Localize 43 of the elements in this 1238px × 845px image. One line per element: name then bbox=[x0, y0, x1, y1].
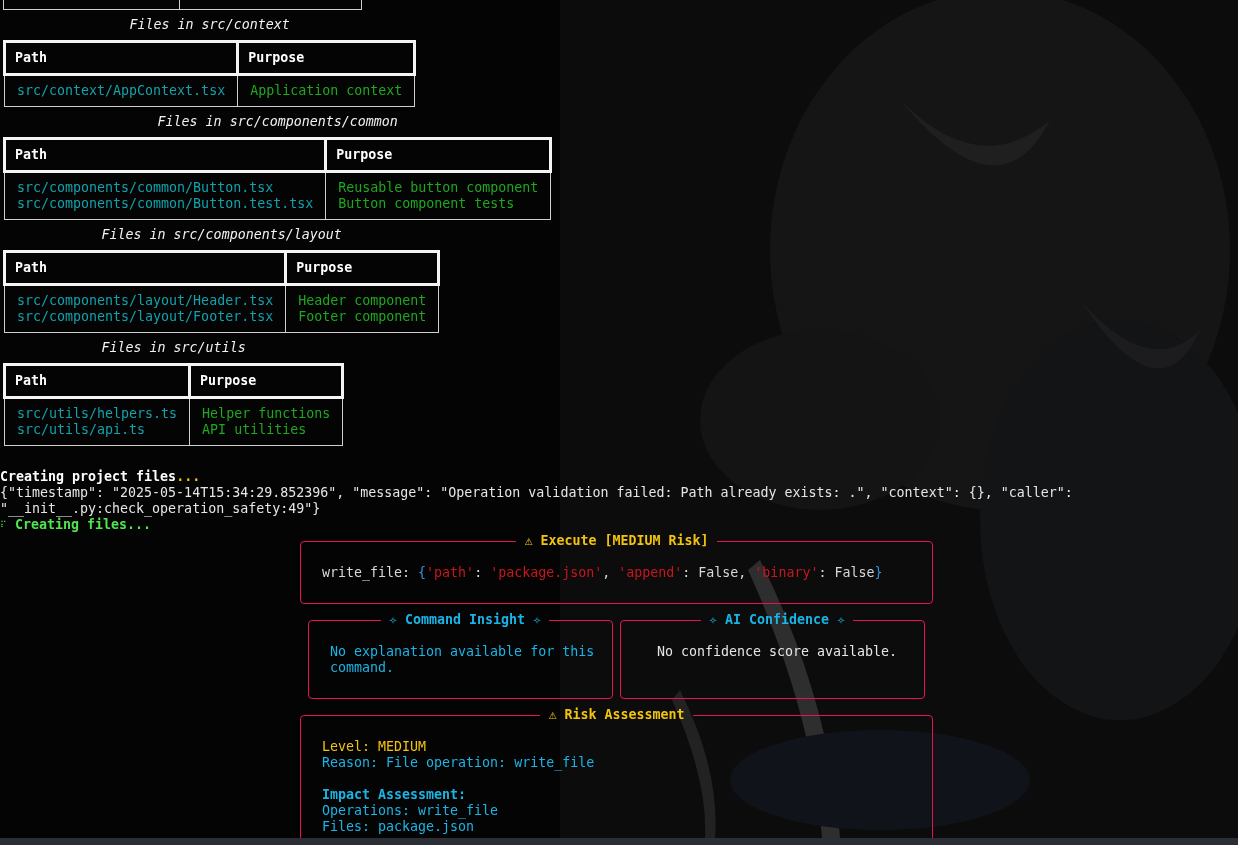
column-header: Path bbox=[4, 251, 286, 285]
panel-text: No confidence score available. bbox=[655, 644, 899, 660]
column-header: Path bbox=[4, 364, 190, 398]
panel-title: ✧ AI Confidence ✧ bbox=[707, 612, 847, 628]
log-line: {"timestamp": "2025-05-14T15:34:29.852396", "message": "Operation validation failed: Path already exists: .", "context": {}, "caller": bbox=[0, 485, 1074, 501]
table-caption: Files in src/utils bbox=[101, 340, 246, 356]
table-cell: Helper functions bbox=[202, 406, 331, 422]
table-cell: src/components/layout/Header.tsx bbox=[17, 293, 274, 309]
risk-line: Impact Assessment: bbox=[322, 787, 468, 803]
code-line: write_file: {'path': 'package.json', 'append': False, 'binary': False} bbox=[322, 565, 884, 581]
table-cell-text: Button component tests bbox=[338, 196, 516, 212]
progress-message: Creating files... bbox=[15, 517, 152, 533]
panel-title: ✧ Command Insight ✧ bbox=[387, 612, 543, 628]
panel-title: ⚠ Execute [MEDIUM Risk] bbox=[523, 533, 710, 549]
table-cell: Application context bbox=[250, 83, 403, 99]
table-cell: src/utils/helpers.ts bbox=[17, 406, 178, 422]
column-header: Purpose bbox=[189, 364, 343, 398]
spinner-icon: ⠏ bbox=[0, 517, 15, 533]
table-cell: src/context/AppContext.tsx bbox=[17, 83, 226, 99]
table-cell-text: src/utils/api.ts bbox=[17, 422, 147, 438]
column-header: Path bbox=[4, 138, 326, 172]
column-header: Purpose bbox=[325, 138, 551, 172]
risk-line: Operations: write_file bbox=[322, 803, 500, 819]
log-line: "__init__.py:check_operation_safety:49"} bbox=[0, 501, 322, 517]
table-cell: src/components/common/Button.test.tsx bbox=[17, 196, 314, 212]
column-header: Purpose bbox=[237, 41, 415, 75]
table-caption: Files in src/context bbox=[129, 17, 290, 33]
status-message: Creating project files... bbox=[0, 469, 202, 485]
table-caption: Files in src/components/common bbox=[157, 114, 398, 130]
risk-line: Reason: File operation: write_file bbox=[322, 755, 596, 771]
risk-line: Files: package.json bbox=[322, 819, 476, 835]
panel-text: No explanation available for this command. bbox=[330, 644, 596, 676]
table-cell: src/components/layout/Footer.tsx bbox=[17, 309, 274, 325]
table-caption: Files in src/components/layout bbox=[101, 227, 342, 243]
panel-title: ⚠ Risk Assessment bbox=[547, 707, 686, 723]
table-cell: Footer component bbox=[298, 309, 427, 325]
column-header: Purpose bbox=[285, 251, 439, 285]
table-cell-text: API utilities bbox=[202, 422, 308, 438]
column-header: Path bbox=[4, 41, 238, 75]
table-cell: Header component bbox=[298, 293, 427, 309]
table-cell: Reusable button component bbox=[338, 180, 539, 196]
table-cell-text: src/components/common/Button.tsx bbox=[17, 180, 275, 196]
risk-line: Level: MEDIUM bbox=[322, 739, 428, 755]
